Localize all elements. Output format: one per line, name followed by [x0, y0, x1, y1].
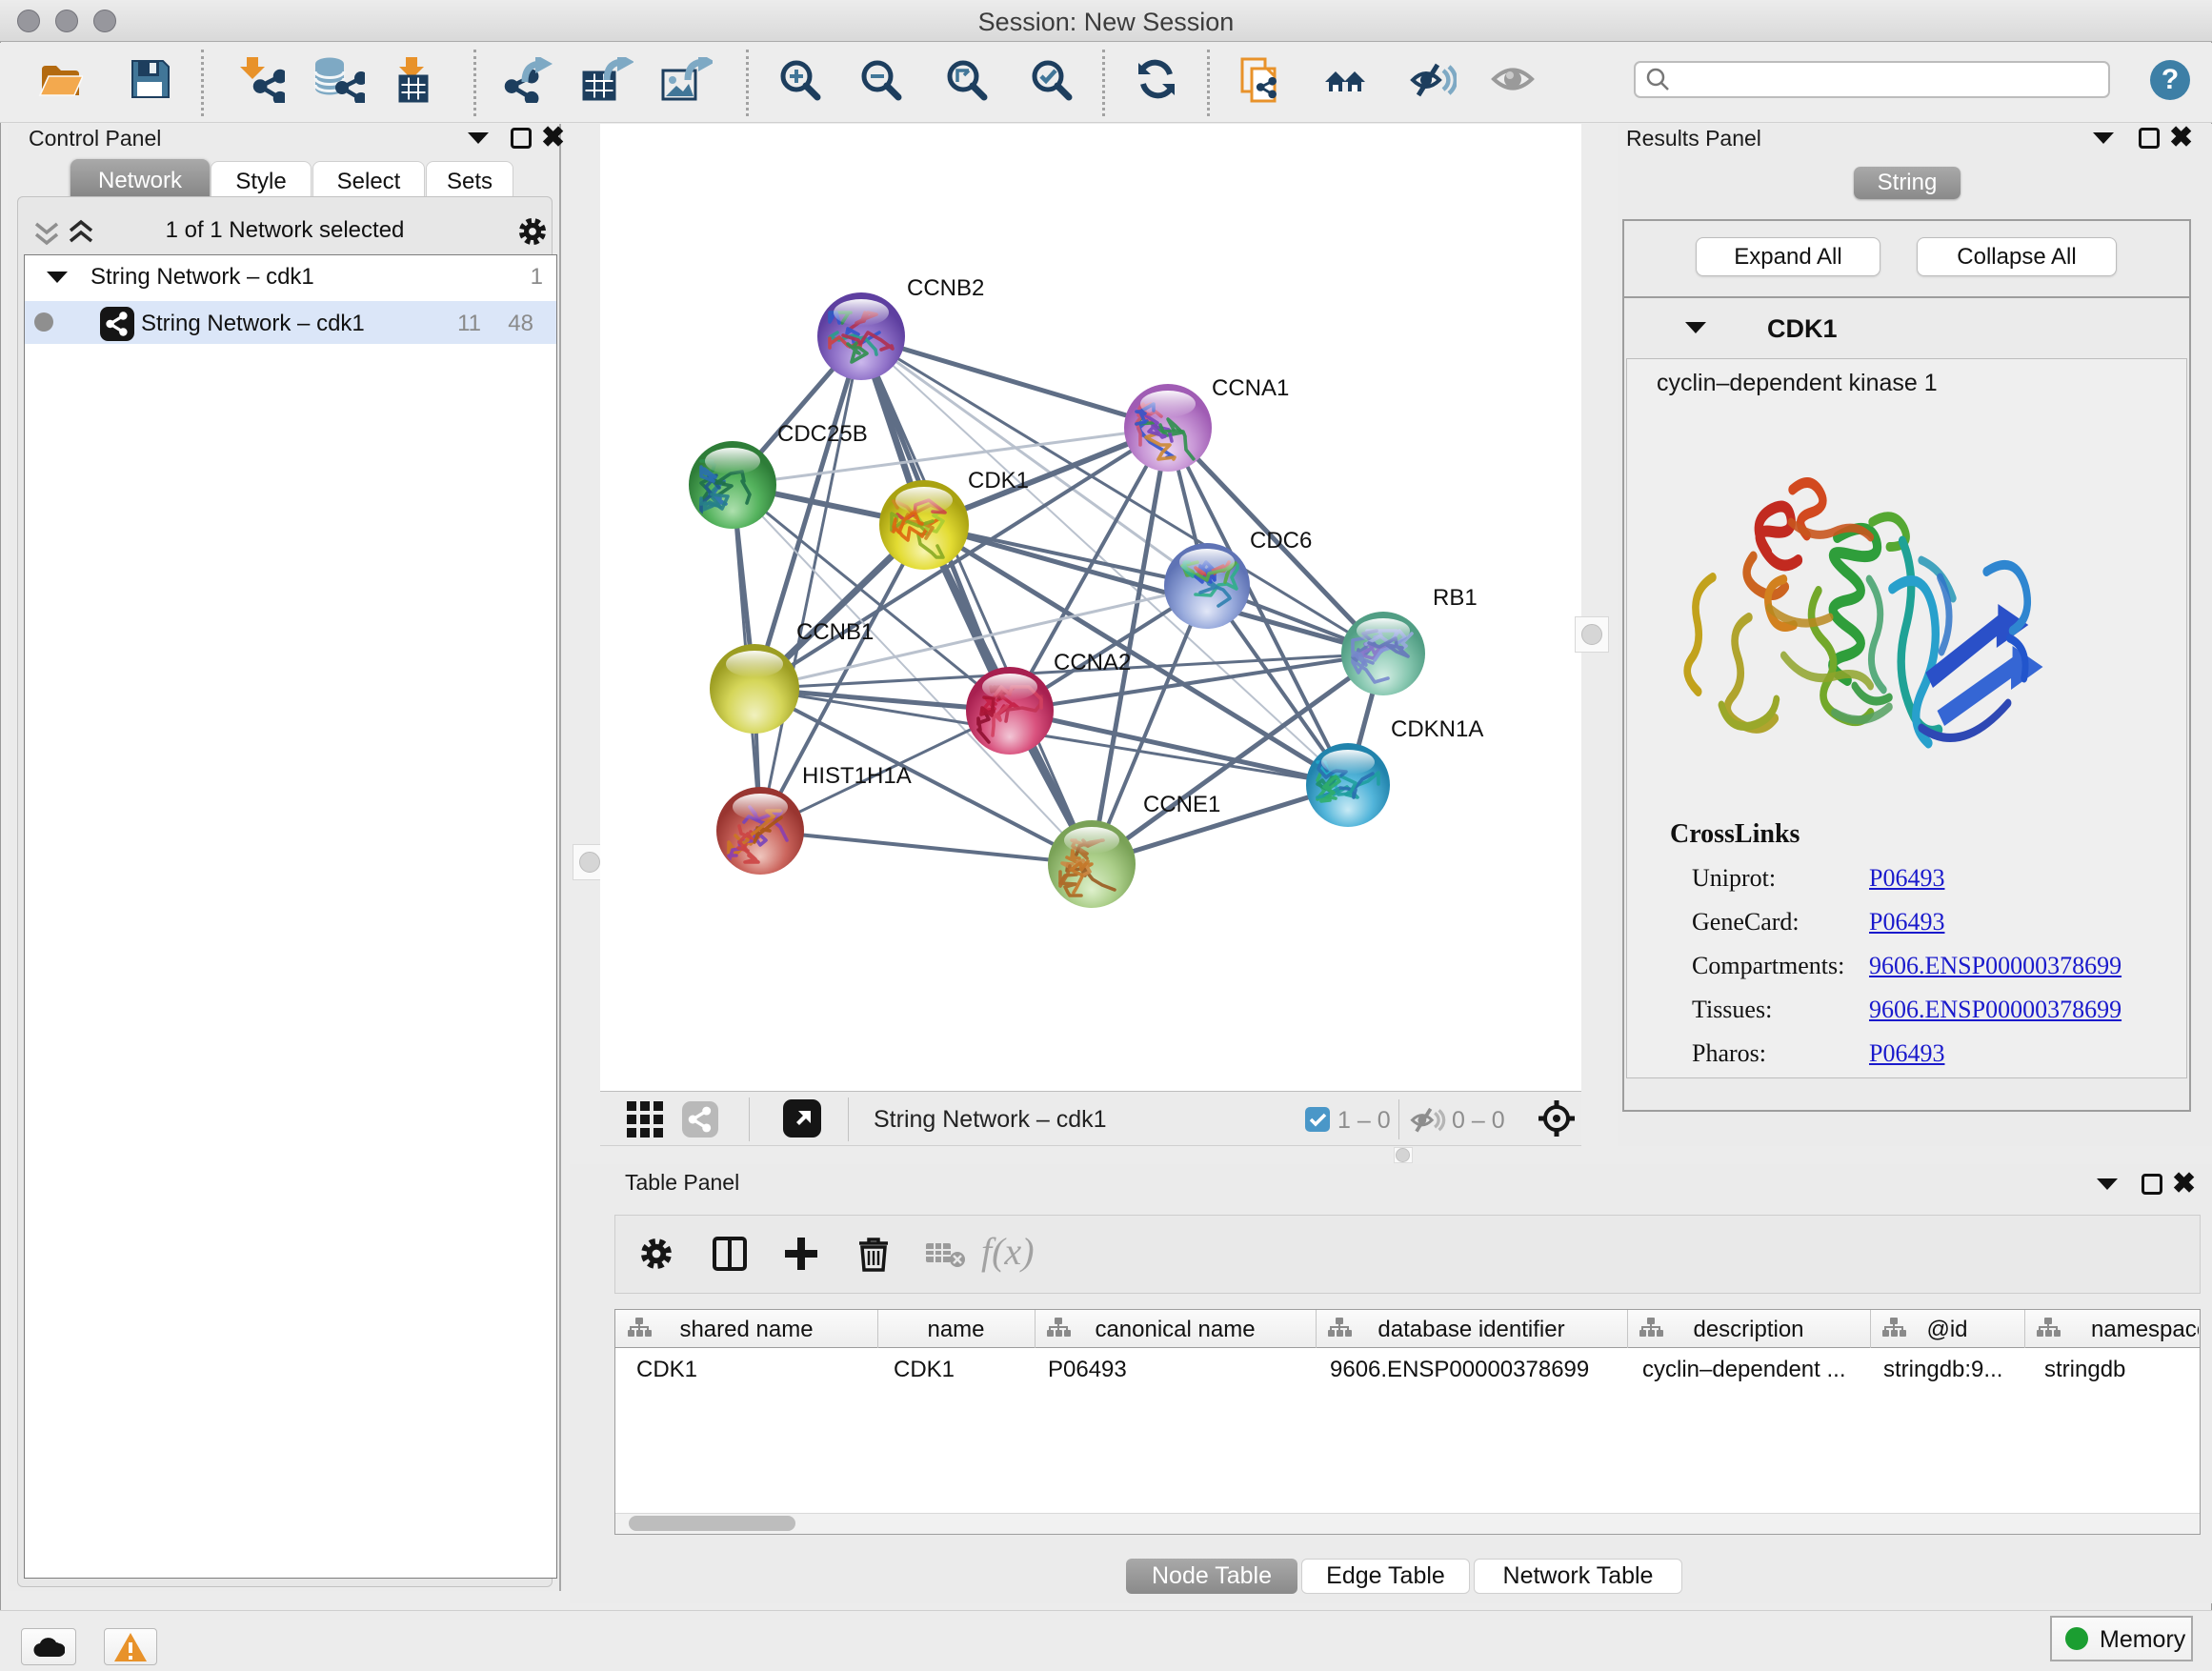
svg-text:CDK1: CDK1	[968, 468, 1029, 493]
svg-text:CCNB2: CCNB2	[907, 275, 984, 301]
svg-text:RB1: RB1	[1433, 585, 1478, 611]
svg-text:CDC25B: CDC25B	[777, 421, 868, 447]
svg-text:CDC6: CDC6	[1250, 528, 1312, 554]
svg-text:CDKN1A: CDKN1A	[1391, 716, 1483, 742]
svg-text:CCNA1: CCNA1	[1212, 375, 1289, 401]
svg-text:HIST1H1A: HIST1H1A	[802, 763, 912, 789]
svg-text:CCNE1: CCNE1	[1143, 792, 1220, 817]
svg-text:CCNA2: CCNA2	[1054, 650, 1131, 675]
svg-text:CCNB1: CCNB1	[796, 619, 874, 645]
